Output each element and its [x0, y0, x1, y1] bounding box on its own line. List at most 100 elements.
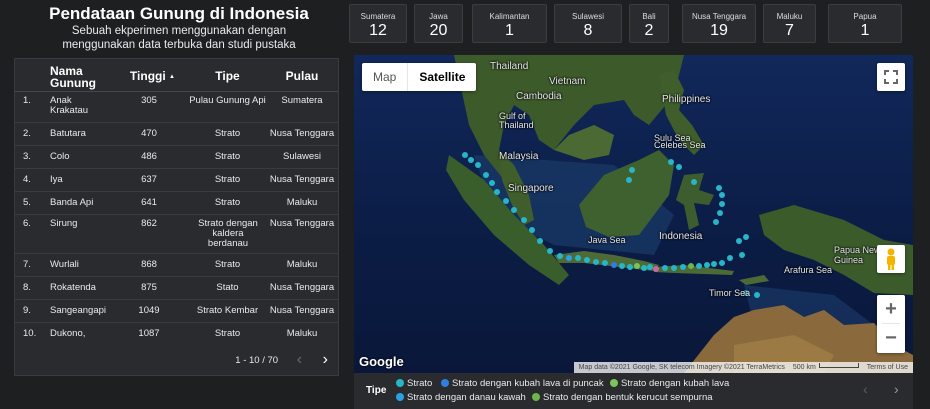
scorecard-label: Papua — [853, 12, 877, 21]
cell-num: 10. — [23, 328, 37, 339]
table-row[interactable]: 10. Dukono, 1087 Strato Maluku — [15, 323, 338, 345]
cell-num: 3. — [23, 151, 31, 162]
legend-item-strato-kerucut[interactable]: Strato dengan bentuk kerucut sempurna — [532, 392, 713, 403]
zoom-out-button[interactable]: − — [877, 324, 905, 352]
cell-island: Nusa Tenggara — [269, 305, 335, 316]
mountains-table: Nama Gunung Tinggi ▲ Tipe Pulau 1. Anak … — [14, 58, 339, 376]
table-row[interactable]: 6. Sirung 862 Strato dengan kaldera berd… — [15, 215, 338, 254]
header-name[interactable]: Nama Gunung — [50, 65, 110, 89]
map-legend: Tipe Strato Strato dengan kubah lava di … — [354, 373, 913, 409]
pagination-range: 1 - 10 / 70 — [235, 354, 279, 366]
cell-type: Strato — [214, 328, 241, 339]
cell-height: 868 — [141, 259, 157, 270]
cell-name: Batutara — [50, 128, 86, 139]
table-row[interactable]: 7. Wurlali 868 Strato Maluku — [15, 254, 338, 277]
pegman-icon — [887, 248, 895, 270]
page-header: Pendataan Gunung di Indonesia Sebuah ekp… — [14, 4, 344, 52]
cell-type: Stato — [216, 282, 239, 293]
table-row[interactable]: 9. Sangeangapi 1049 Strato Kembar Nusa T… — [15, 300, 338, 323]
table-row[interactable]: 8. Rokatenda 875 Stato Nusa Tenggara — [15, 277, 338, 300]
cell-name: Sirung — [50, 218, 78, 229]
label-cambodia: Cambodia — [516, 91, 562, 102]
scorecard-sumatera: Sumatera 12 — [349, 4, 407, 43]
cell-island: Maluku — [286, 328, 318, 339]
cell-height: 470 — [141, 128, 157, 139]
label-thailand: Thailand — [490, 61, 529, 72]
google-logo: Google — [359, 354, 404, 369]
scorecard-value: 8 — [583, 22, 593, 39]
map-type-map-button[interactable]: Map — [362, 63, 407, 91]
scorecard-label: Sulawesi — [571, 12, 604, 21]
street-view-button[interactable] — [877, 245, 905, 273]
fullscreen-button[interactable] — [877, 63, 905, 91]
map-data-credit[interactable]: Map data ©2021 Google, SK telecom Imager… — [579, 364, 785, 371]
scorecard-sulawesi: Sulawesi 8 — [554, 4, 622, 43]
label-malaysia: Malaysia — [499, 151, 539, 162]
sort-arrow-icon: ▲ — [169, 74, 175, 80]
legend-dot — [396, 379, 404, 387]
map-attribution: Map data ©2021 Google, SK telecom Imager… — [573, 362, 913, 373]
cell-name: Wurlali — [50, 259, 79, 270]
satellite-map-image — [354, 55, 913, 373]
scorecard-label: Maluku — [776, 12, 803, 21]
legend-label: Strato dengan kubah lava di puncak — [452, 378, 604, 389]
cell-type: Strato — [214, 174, 241, 185]
map-type-control: Map Satellite — [362, 63, 477, 91]
scorecard-kalimantan: Kalimantan 1 — [472, 4, 547, 43]
header-height-label: Tinggi — [129, 69, 166, 83]
table-row[interactable]: 2. Batutara 470 Strato Nusa Tenggara — [15, 123, 338, 146]
table-row[interactable]: 5. Banda Api 641 Strato Maluku — [15, 192, 338, 215]
page-subtitle-line2: menggunakan data terbuka dan studi pusta… — [62, 39, 296, 51]
cell-island: Maluku — [286, 259, 318, 270]
scorecard-value: 1 — [860, 22, 870, 39]
table-row[interactable]: 1. Anak Krakatau 305 Pulau Gunung Api Su… — [15, 92, 338, 123]
cell-num: 2. — [23, 128, 31, 139]
legend-item-strato[interactable]: Strato — [396, 378, 432, 389]
map-view[interactable]: Thailand Vietnam Cambodia Gulf of Thaila… — [354, 55, 913, 373]
cell-height: 1049 — [138, 305, 160, 316]
scorecard-value: 7 — [785, 22, 794, 39]
label-timor-sea: Timor Sea — [709, 288, 751, 298]
legend-dot — [396, 393, 404, 401]
cell-height: 641 — [141, 197, 157, 208]
cell-island: Sumatera — [281, 95, 323, 106]
table-row[interactable]: 4. Iya 637 Strato Nusa Tenggara — [15, 169, 338, 192]
cell-name: Sangeangapi — [50, 305, 106, 316]
cell-island: Maluku — [286, 197, 318, 208]
legend-label: Strato dengan bentuk kerucut sempurna — [543, 392, 713, 403]
header-island[interactable]: Pulau — [267, 70, 337, 82]
cell-type: Strato dengan kaldera berdanau — [198, 218, 258, 249]
legend-item-strato-kubah[interactable]: Strato dengan kubah lava — [610, 378, 729, 389]
scale-bar — [818, 363, 859, 368]
legend-item-strato-kubah-puncak[interactable]: Strato dengan kubah lava di puncak — [441, 378, 604, 389]
zoom-in-button[interactable]: + — [877, 295, 905, 323]
legend-dot — [532, 393, 540, 401]
prev-page-button[interactable]: ‹ — [297, 351, 302, 369]
scorecard-value: 12 — [369, 22, 387, 39]
scorecard-label: Bali — [642, 12, 656, 21]
scorecard-value: 19 — [710, 22, 728, 39]
cell-num: 6. — [23, 218, 31, 229]
legend-prev-button[interactable]: ‹ — [863, 381, 868, 397]
table-row[interactable]: 3. Colo 486 Strato Sulawesi — [15, 146, 338, 169]
header-type[interactable]: Tipe — [185, 70, 270, 82]
label-java-sea: Java Sea — [588, 235, 626, 245]
cell-height: 305 — [141, 95, 157, 106]
map-type-satellite-button[interactable]: Satellite — [407, 63, 476, 91]
label-arafura: Arafura Sea — [784, 265, 833, 275]
legend-next-button[interactable]: › — [894, 381, 899, 397]
cell-island: Nusa Tenggara — [269, 282, 335, 293]
cell-island: Nusa Tenggara — [269, 174, 335, 185]
cell-name: Anak Krakatau — [50, 95, 89, 116]
legend-item-strato-danau[interactable]: Strato dengan danau kawah — [396, 392, 526, 403]
next-page-button[interactable]: › — [323, 351, 328, 369]
label-philippines: Philippines — [662, 94, 711, 105]
scorecard-label: Kalimantan — [489, 12, 530, 21]
header-height[interactable]: Tinggi ▲ — [125, 70, 175, 83]
cell-island: Sulawesi — [282, 151, 322, 162]
fullscreen-icon — [884, 70, 898, 84]
cell-type: Strato — [214, 259, 241, 270]
cell-type: Pulau Gunung Api — [189, 95, 266, 106]
terms-link[interactable]: Terms of Use — [867, 364, 908, 371]
cell-num: 7. — [23, 259, 31, 270]
